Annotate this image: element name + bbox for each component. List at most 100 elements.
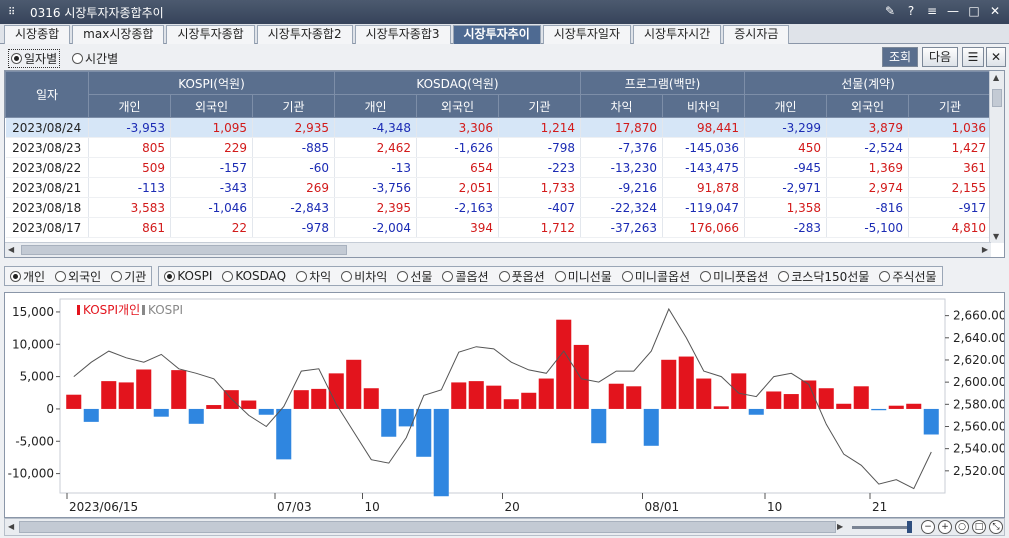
market-radio-5[interactable]: 콜옵션 — [442, 268, 489, 285]
minimize-icon[interactable]: — — [945, 3, 961, 19]
resize-icon[interactable]: ⤡ — [989, 520, 1003, 534]
scroll-right-icon[interactable]: ▶ — [982, 245, 988, 254]
tab-3[interactable]: 시장투자종합2 — [256, 25, 353, 44]
column-header[interactable]: 비차익 — [661, 94, 746, 118]
maximize-icon[interactable]: □ — [966, 3, 982, 19]
date-header[interactable]: 일자 — [5, 71, 89, 118]
tab-0[interactable]: 시장종합 — [4, 25, 71, 44]
market-radio-9[interactable]: 미니풋옵션 — [700, 268, 768, 285]
horizontal-scrollbar[interactable]: ◀ ▶ — [5, 242, 991, 257]
lookup-button[interactable]: 조회 — [882, 47, 918, 67]
investor-chart[interactable]: 15,000 10,000 5,000 0 -5,000 -10,000 2,660.00 2… — [4, 292, 1006, 518]
next-button[interactable]: 다음 — [922, 47, 958, 67]
market-radio-3[interactable]: 비차익 — [341, 268, 387, 285]
table-row[interactable]: 2023/08/23 805 229 -885 2,462 -1,626 -798 -7,37… — [5, 137, 993, 158]
scroll-up-icon[interactable]: ▲ — [993, 73, 999, 82]
list-icon[interactable]: ☰ — [962, 47, 984, 67]
bar — [206, 405, 222, 409]
bar — [486, 385, 502, 409]
investor-radio-2[interactable]: 기관 — [111, 268, 146, 285]
table-row[interactable]: 2023/08/21 -113 -343 269 -3,756 2,051 1,733 -9,… — [5, 177, 993, 198]
pin-icon[interactable]: ✎ — [882, 3, 898, 19]
radio-dot-icon — [55, 270, 67, 282]
value-cell: -3,299 — [744, 117, 828, 138]
tab-4[interactable]: 시장투자종합3 — [354, 25, 451, 44]
scroll-thumb[interactable] — [992, 89, 1002, 107]
zoom-slider-handle[interactable] — [907, 521, 912, 533]
column-header[interactable]: 개인 — [88, 94, 171, 118]
x-tick-label: 07/03 — [277, 500, 312, 514]
investor-radio-0[interactable]: 개인 — [10, 268, 45, 285]
table-row[interactable]: 2023/08/18 3,583 -1,046 -2,843 2,395 -2,163 -4… — [5, 197, 993, 218]
zoom-fit-icon[interactable]: □ — [972, 520, 986, 534]
value-cell: 1,427 — [908, 137, 993, 158]
x-tick-label: 10 — [767, 500, 782, 514]
market-radio-1[interactable]: KOSDAQ — [222, 269, 286, 283]
market-radio-6[interactable]: 풋옵션 — [498, 268, 545, 285]
bar — [538, 378, 554, 409]
value-cell: -13 — [334, 157, 417, 178]
value-cell: 1,036 — [908, 117, 993, 138]
tab-8[interactable]: 증시자금 — [723, 25, 790, 44]
radio-dot-icon — [10, 270, 21, 282]
tab-1[interactable]: max시장종합 — [72, 25, 165, 44]
zoom-in-icon[interactable]: + — [938, 520, 952, 534]
column-header[interactable]: 차익 — [580, 94, 663, 118]
scroll-left-icon[interactable]: ◀ — [8, 522, 14, 531]
group-header-kospi[interactable]: KOSPI(억원) — [88, 71, 335, 95]
y-tick-label-right: 2,600.00 — [953, 375, 1004, 389]
column-header[interactable]: 외국인 — [826, 94, 910, 118]
radio-dot-icon — [164, 270, 176, 282]
market-radio-11[interactable]: 주식선물 — [879, 268, 937, 285]
date-cell: 2023/08/18 — [5, 197, 89, 218]
scroll-thumb[interactable] — [19, 521, 836, 533]
bar — [783, 394, 799, 409]
settings-icon[interactable]: ≡ — [924, 3, 940, 19]
market-radio-2[interactable]: 차익 — [296, 268, 331, 285]
vertical-scrollbar[interactable]: ▲ ▼ — [989, 71, 1004, 243]
tab-6[interactable]: 시장투자일자 — [542, 25, 632, 44]
market-radio-8[interactable]: 미니콜옵션 — [621, 268, 690, 285]
column-header[interactable]: 기관 — [908, 94, 993, 118]
scroll-left-icon[interactable]: ◀ — [8, 245, 14, 254]
y-tick-label-left: 15,000 — [12, 305, 54, 319]
zoom-reset-icon[interactable]: ○ — [955, 520, 969, 534]
market-radio-7[interactable]: 미니선물 — [554, 268, 612, 285]
column-header[interactable]: 기관 — [498, 94, 581, 118]
table-row[interactable]: 2023/08/24 -3,953 1,095 2,935 -4,348 3,306 1,2… — [5, 117, 993, 138]
group-header-kosdaq[interactable]: KOSDAQ(억원) — [334, 71, 581, 95]
column-header[interactable]: 외국인 — [170, 94, 253, 118]
value-cell: -5,100 — [826, 217, 910, 238]
help-icon[interactable]: ? — [903, 3, 919, 19]
scroll-right-icon[interactable]: ▶ — [837, 522, 843, 531]
column-header[interactable]: 개인 — [334, 94, 417, 118]
close-panel-icon[interactable]: ✕ — [986, 47, 1006, 67]
x-tick-label: 20 — [505, 500, 520, 514]
group-header-futures[interactable]: 선물(계약) — [744, 71, 993, 95]
market-radio-0[interactable]: KOSPI — [164, 269, 212, 283]
zoom-out-icon[interactable]: − — [921, 520, 935, 534]
window-menu-icon[interactable]: ⠿ — [8, 7, 24, 18]
close-icon[interactable]: ✕ — [987, 3, 1003, 19]
value-cell: 805 — [88, 137, 171, 158]
column-header[interactable]: 개인 — [744, 94, 828, 118]
scroll-thumb[interactable] — [21, 245, 347, 255]
chart-scrollbar[interactable]: ◀ ▶ − + ○ □ ⤡ — [4, 518, 1005, 536]
column-header[interactable]: 기관 — [252, 94, 335, 118]
table-row[interactable]: 2023/08/17 861 22 -978 -2,004 394 1,712 -37,263… — [5, 217, 993, 238]
tab-7[interactable]: 시장투자시간 — [633, 25, 722, 44]
scroll-down-icon[interactable]: ▼ — [993, 232, 999, 241]
group-header-program[interactable]: 프로그램(백만) — [579, 71, 746, 95]
market-radio-10[interactable]: 코스닥150선물 — [778, 268, 869, 285]
tab-5[interactable]: 시장투자추이 — [452, 25, 541, 44]
y-tick-label-left: -5,000 — [15, 434, 54, 448]
daily-radio[interactable]: 일자별 — [8, 49, 61, 68]
tab-2[interactable]: 시장투자종합 — [166, 25, 255, 44]
bar — [573, 344, 589, 409]
zoom-slider[interactable] — [852, 526, 912, 529]
column-header[interactable]: 외국인 — [416, 94, 499, 118]
table-row[interactable]: 2023/08/22 509 -157 -60 -13 654 -223 -13,230 -14… — [5, 157, 993, 178]
market-radio-4[interactable]: 선물 — [397, 268, 432, 285]
investor-radio-1[interactable]: 외국인 — [55, 268, 101, 285]
hourly-radio[interactable]: 시간별 — [72, 50, 118, 67]
